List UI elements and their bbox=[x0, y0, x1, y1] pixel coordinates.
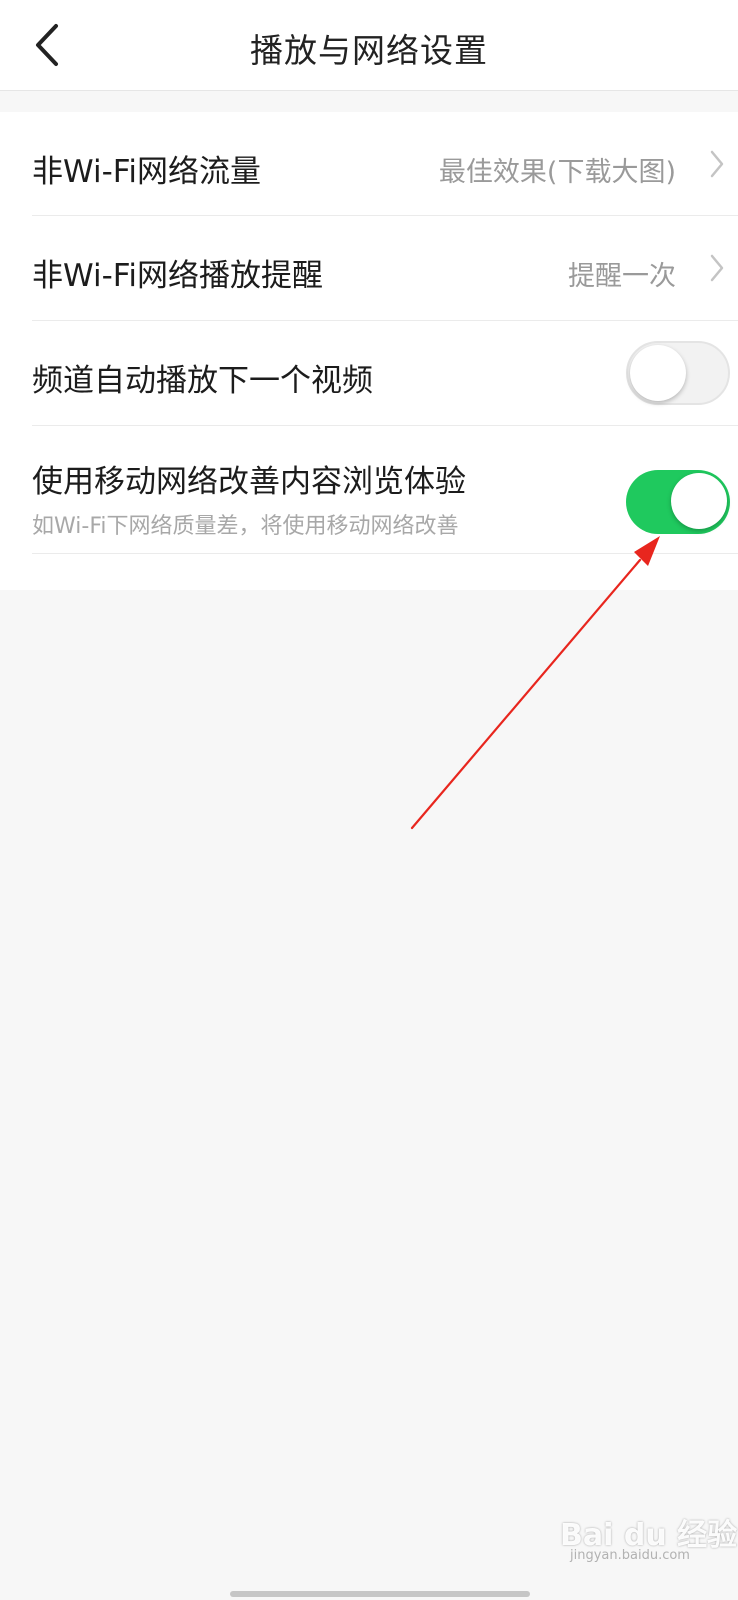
watermark-url: jingyan.baidu.com bbox=[570, 1548, 690, 1563]
setting-row-non-wifi-traffic[interactable]: 非Wi-Fi网络流量 最佳效果(下载大图) bbox=[0, 112, 738, 216]
top-nav-bar: 播放与网络设置 bbox=[0, 0, 738, 91]
setting-row-auto-play-next: 频道自动播放下一个视频 bbox=[0, 321, 738, 426]
page-title: 播放与网络设置 bbox=[250, 31, 488, 70]
watermark: Bai du 经验 jingyan.baidu.com bbox=[560, 1510, 737, 1566]
toggle-knob bbox=[630, 345, 686, 401]
mobile-network-toggle[interactable] bbox=[626, 470, 730, 534]
settings-list: 非Wi-Fi网络流量 最佳效果(下载大图) 非Wi-Fi网络播放提醒 提醒一次 … bbox=[0, 112, 738, 590]
home-indicator[interactable] bbox=[230, 1591, 530, 1597]
chevron-right-icon bbox=[702, 144, 732, 184]
setting-value: 最佳效果(下载大图) bbox=[438, 157, 676, 188]
toggle-knob bbox=[671, 473, 727, 529]
setting-label: 非Wi-Fi网络播放提醒 bbox=[32, 258, 323, 294]
auto-play-toggle[interactable] bbox=[626, 341, 730, 405]
setting-row-mobile-network-improve: 使用移动网络改善内容浏览体验 如Wi-Fi下网络质量差，将使用移动网络改善 bbox=[0, 426, 738, 554]
divider bbox=[32, 553, 738, 554]
setting-row-non-wifi-play-reminder[interactable]: 非Wi-Fi网络播放提醒 提醒一次 bbox=[0, 216, 738, 321]
setting-value: 提醒一次 bbox=[568, 261, 676, 292]
setting-subtitle: 如Wi-Fi下网络质量差，将使用移动网络改善 bbox=[32, 514, 459, 539]
chevron-right-icon bbox=[702, 248, 732, 288]
setting-label: 使用移动网络改善内容浏览体验 bbox=[32, 464, 466, 500]
setting-label: 频道自动播放下一个视频 bbox=[32, 363, 373, 399]
setting-label: 非Wi-Fi网络流量 bbox=[32, 154, 261, 190]
